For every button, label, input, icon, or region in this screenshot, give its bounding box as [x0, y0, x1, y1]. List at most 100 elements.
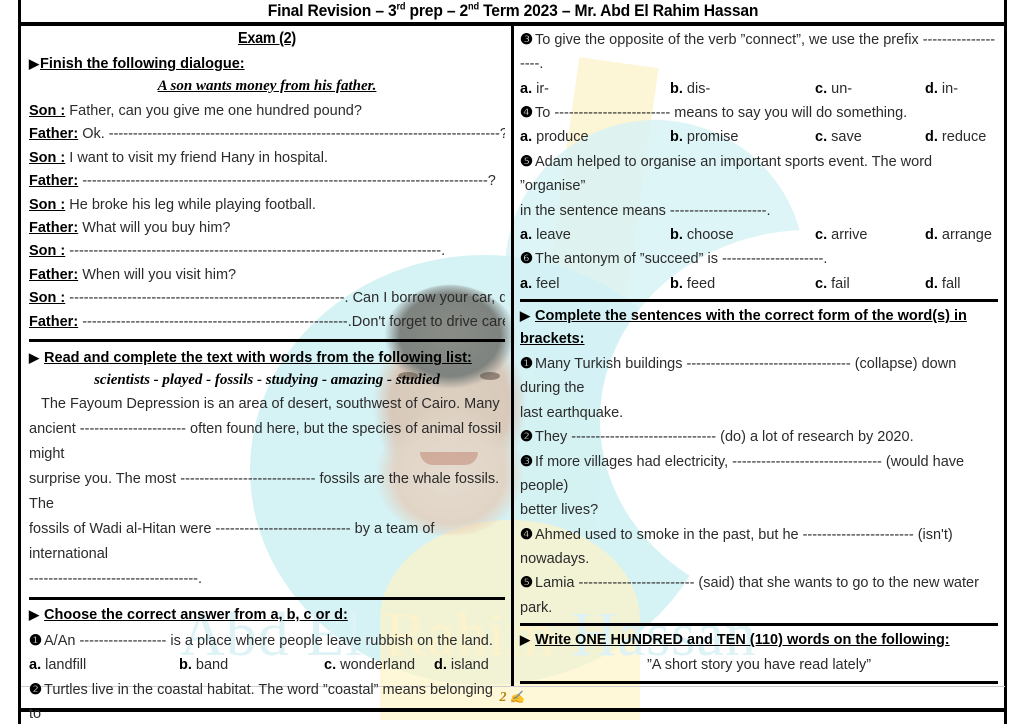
page-number: 2 ✍: [0, 690, 1024, 706]
option-text: arrive: [831, 226, 868, 243]
dialogue-text: ----------------------------------------…: [82, 313, 505, 330]
dialogue-text: When will you visit him?: [82, 266, 237, 283]
option-text: island: [450, 657, 489, 674]
brackets-heading-line2: brackets:: [520, 330, 585, 347]
item-number: ❸: [520, 453, 533, 470]
dialogue-heading-text: Finish the following dialogue:: [40, 56, 245, 72]
bracket-item-continued: better lives?: [520, 502, 599, 519]
mcq-heading-text: Choose the correct answer from a, b, c o…: [44, 607, 348, 624]
writing-section-heading: ▶ Write ONE HUNDRED and TEN (110) words …: [520, 631, 998, 651]
option-a[interactable]: a. produce: [520, 125, 670, 149]
question-number: ❹: [520, 105, 533, 122]
exam-heading: Exam (2): [238, 30, 296, 47]
question-text: ❺ Adam helped to organise an important sp…: [520, 150, 998, 199]
option-letter: d.: [925, 226, 938, 243]
option-b[interactable]: b. choose: [670, 223, 815, 247]
option-row: a. landfill b. band c. wonderland d. isl…: [29, 653, 505, 677]
item-body: They ------------------------------ (do)…: [535, 429, 914, 446]
option-d[interactable]: d. arrange: [925, 223, 992, 247]
page-border-right: [1004, 0, 1007, 724]
option-d[interactable]: d. reduce: [925, 125, 986, 149]
reading-paragraph-line: surprise you. The most -----------------…: [29, 470, 500, 512]
option-b[interactable]: b. promise: [670, 125, 815, 149]
option-c[interactable]: c. arrive: [815, 223, 925, 247]
option-c[interactable]: c. save: [815, 125, 925, 149]
section-bullet-icon: ▶: [29, 350, 39, 366]
title-sup-1: rd: [396, 1, 406, 13]
option-d[interactable]: d. fall: [925, 272, 960, 296]
option-row: a. leave b. choose c. arrive d. arrange: [520, 223, 998, 247]
option-d[interactable]: d. in-: [925, 77, 958, 101]
option-letter: b.: [670, 275, 683, 292]
option-row: a. feel b. feed c. fail d. fall: [520, 272, 998, 296]
dialogue-text: ----------------------------------------…: [82, 173, 496, 190]
option-b[interactable]: b. dis-: [670, 77, 815, 101]
option-text: band: [195, 657, 229, 674]
option-letter: d.: [925, 129, 938, 146]
dialogue-section-heading: ▶Finish the following dialogue:: [29, 55, 505, 75]
option-letter: c.: [815, 226, 828, 243]
question-text: ❻ The antonym of ”succeed” is -----------…: [520, 247, 998, 271]
bracket-item: ❶ Many Turkish buildings ----------------…: [520, 352, 998, 401]
option-b[interactable]: b. feed: [670, 272, 815, 296]
option-a[interactable]: a. ir-: [520, 77, 670, 101]
dialogue-speaker: Father:: [29, 313, 79, 330]
dialogue-text: Ok. ------------------------------------…: [82, 126, 505, 143]
option-text: reduce: [941, 129, 987, 146]
option-c[interactable]: c. fail: [815, 272, 925, 296]
option-text: ir-: [536, 80, 550, 97]
question-text: ❶ A/An ------------------ is a place wher…: [29, 629, 505, 653]
option-letter: a.: [520, 129, 533, 146]
section-bullet-icon: ▶: [29, 56, 39, 71]
option-text: arrange: [941, 226, 992, 243]
bracket-item: ❹ Ahmed used to smoke in the past, but he…: [520, 523, 998, 572]
dialogue-line: Father: --------------------------------…: [29, 170, 505, 193]
option-b[interactable]: b. band: [179, 653, 324, 677]
essay-topic: ”A short story you have read lately”: [646, 656, 872, 673]
option-letter: c.: [815, 129, 828, 146]
option-letter: a.: [520, 275, 533, 292]
dialogue-line: Father: What will you buy him?: [29, 217, 505, 240]
bracket-item: ❺ Lamia ------------------------ (said) t…: [520, 571, 998, 620]
title-sup-2: nd: [468, 1, 479, 13]
option-a[interactable]: a. feel: [520, 272, 670, 296]
option-text: wonderland: [340, 657, 416, 674]
bracket-item: ❷ They ------------------------------ (do…: [520, 425, 998, 449]
option-text: feed: [686, 275, 716, 292]
option-letter: c.: [324, 657, 337, 674]
dialogue-speaker: Son :: [29, 290, 66, 307]
dialogue-line: Father: Ok. ----------------------------…: [29, 123, 505, 146]
option-d[interactable]: d. island: [434, 653, 489, 677]
dialogue-line: Father: --------------------------------…: [29, 311, 505, 334]
question-body: Adam helped to organise an important spo…: [520, 153, 933, 195]
question-number: ❻: [520, 251, 533, 268]
dialogue-speaker: Father:: [29, 126, 79, 143]
option-text: fall: [941, 275, 961, 292]
dialogue-line: Son : ----------------------------------…: [29, 287, 505, 310]
reading-paragraph-line: fossils of Wadi al-Hitan were ----------…: [29, 520, 435, 562]
title-text-2: prep – 2: [405, 1, 469, 20]
question-text: ❸ To give the opposite of the verb ”conne…: [520, 28, 998, 77]
question-number: ❸: [520, 32, 533, 48]
reading-paragraph-line: ancient ---------------------- often fou…: [29, 420, 502, 462]
reading-section-heading: ▶ Read and complete the text with words …: [29, 349, 505, 369]
dialogue-text: Father, can you give me one hundred poun…: [69, 102, 362, 119]
option-a[interactable]: a. landfill: [29, 653, 179, 677]
option-letter: c.: [815, 275, 828, 292]
option-a[interactable]: a. leave: [520, 223, 670, 247]
page-number-value: 2: [499, 690, 507, 705]
option-text: feel: [536, 275, 560, 292]
option-c[interactable]: c. un-: [815, 77, 925, 101]
reading-heading-text: Read and complete the text with words fr…: [44, 350, 472, 367]
dialogue-line: Son : Father, can you give me one hundre…: [29, 100, 505, 123]
title-text-1: Final Revision – 3: [267, 1, 397, 20]
item-body: Many Turkish buildings -----------------…: [520, 356, 957, 397]
option-letter: c.: [815, 80, 828, 97]
question-text-continued: in the sentence means ------------------…: [520, 202, 771, 219]
option-text: landfill: [45, 657, 87, 674]
option-c[interactable]: c. wonderland: [324, 653, 434, 677]
dialogue-line: Son : He broke his leg while playing foo…: [29, 194, 505, 217]
dialogue-speaker: Son :: [29, 102, 66, 119]
dialogue-line: Son : ----------------------------------…: [29, 240, 505, 263]
option-letter: d.: [925, 80, 938, 97]
